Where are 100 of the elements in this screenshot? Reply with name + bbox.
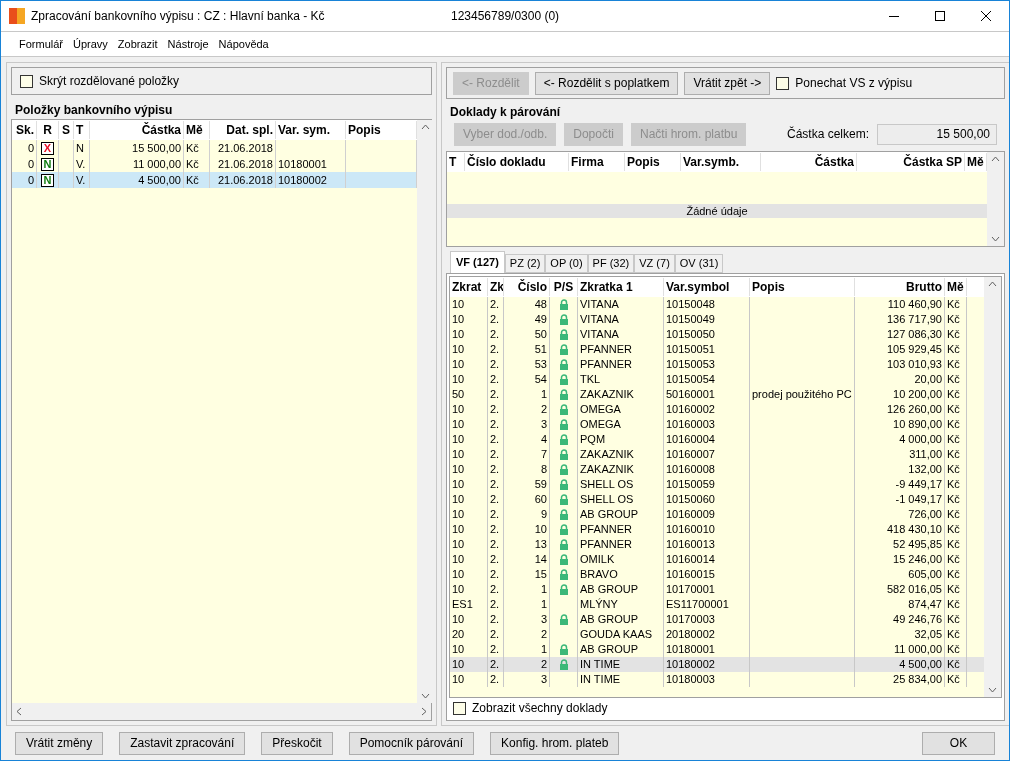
checkbox[interactable]: Zobrazit všechny doklady [453,699,608,717]
tab[interactable]: VF (127) [450,251,505,273]
table-row[interactable]: 10 2. 60 SHELL OS 10150060 -1 049,17 Kč [450,492,984,507]
table-row[interactable]: 10 2. 50 VITANA 10150050 127 086,30 Kč [450,327,984,342]
table-cell-text: 10 890,00 [893,417,942,433]
checkbox[interactable]: Ponechat VS z výpisu [776,74,913,92]
column-header[interactable]: Mě [184,121,210,139]
lock-icon [558,464,569,475]
horizontal-scrollbar[interactable] [12,703,431,720]
table-row[interactable]: 20 2. 2 GOUDA KAAS 20180002 32,05 Kč [450,627,984,642]
column-header[interactable]: Dat. spl. [210,121,276,139]
scrollbar[interactable] [984,277,1001,697]
button[interactable]: Konfig. hrom. plateb [490,731,620,755]
column-header[interactable]: P/S [550,278,578,296]
table-row[interactable]: 10 2. 14 OMILK 10160014 15 246,00 Kč [450,552,984,567]
table-cell-text: 3 [540,417,547,433]
column-header[interactable]: Mě [945,278,967,296]
table-row[interactable]: 0 X N 15 500,00 Kč 21.06.2018 [12,140,417,156]
table-cell-text: 10160010 [666,522,715,538]
table-row[interactable]: 10 2. 15 BRAVO 10160015 605,00 Kč [450,567,984,582]
column-header[interactable]: Číslo dokladu [465,153,569,171]
table-row[interactable]: 10 2. 13 PFANNER 10160013 52 495,85 Kč [450,537,984,552]
table-row[interactable]: 10 2. 7 ZAKAZNIK 10160007 311,00 Kč [450,447,984,462]
table-cell-text: 54 [534,372,547,388]
checkbox-box[interactable] [453,701,466,715]
menu-item[interactable]: Zobrazit [117,35,158,53]
tab[interactable]: PF (32) [587,254,635,273]
table-row[interactable]: 10 2. 59 SHELL OS 10150059 -9 449,17 Kč [450,477,984,492]
table-row[interactable]: 10 2. 10 PFANNER 10160010 418 430,10 Kč [450,522,984,537]
column-header[interactable]: Var. sym. [276,121,346,139]
button[interactable]: <- Rozdělit s poplatkem [534,71,679,95]
table-row[interactable]: 10 2. 3 OMEGA 10160003 10 890,00 Kč [450,417,984,432]
column-header[interactable]: Částka SP [857,153,965,171]
ok-button[interactable]: OK [922,731,995,755]
column-header[interactable]: Číslo [504,278,550,296]
column-header[interactable]: T [74,121,90,139]
tab[interactable]: OP (0) [545,254,588,273]
table-row[interactable]: 10 2. 3 IN TIME 10180003 25 834,00 Kč [450,672,984,687]
menu-item[interactable]: Úpravy [73,35,108,53]
table-row[interactable]: 10 2. 2 OMEGA 10160002 126 260,00 Kč [450,402,984,417]
table-row[interactable]: 10 2. 48 VITANA 10150048 110 460,90 Kč [450,297,984,312]
menu-item[interactable]: Formulář [19,35,63,53]
table-row[interactable]: 10 2. 3 AB GROUP 10170003 49 246,76 Kč [450,612,984,627]
column-header[interactable]: Zkratka 1 [578,278,664,296]
table-cell-text: 10160015 [666,567,715,583]
table-cell-text: VITANA [580,297,619,313]
scrollbar[interactable] [417,120,434,703]
table-cell-text: 2. [490,507,500,523]
table-cell-text: 605,00 [908,567,942,583]
table-row[interactable]: 10 2. 49 VITANA 10150049 136 717,90 Kč [450,312,984,327]
column-header[interactable]: Sk. [12,121,37,139]
column-header[interactable]: Var.symbol [664,278,750,296]
table-cell-text: 32,05 [914,627,942,643]
column-header[interactable]: Brutto [855,278,945,296]
table-cell-text: 2. [490,297,500,313]
tab[interactable]: VZ (7) [634,254,675,273]
column-header[interactable]: Firma [569,153,625,171]
table-cell-text: GOUDA KAAS [580,627,653,643]
table-cell-text: 10160008 [666,462,715,478]
tab[interactable]: PZ (2) [504,254,546,273]
table-cell-text: -1 049,17 [895,492,942,508]
button[interactable]: Vrátit změny [15,731,104,755]
checkbox-box[interactable] [776,76,790,90]
checkbox-box[interactable] [20,74,33,88]
table-cell-text: 10 [452,417,465,433]
table-row[interactable]: 10 2. 8 ZAKAZNIK 10160008 132,00 Kč [450,462,984,477]
menu-item[interactable]: Nástroje [167,35,209,53]
menu-item[interactable]: Nápověda [218,35,269,53]
table-cell-text: Kč [947,447,960,463]
column-header[interactable]: Částka [90,121,184,139]
section-title: Doklady k párování [449,104,562,121]
column-header[interactable]: Částka [761,153,857,171]
button[interactable]: Vrátit zpět -> [684,71,771,95]
tab[interactable]: OV (31) [674,254,724,273]
column-header[interactable]: Popis [625,153,681,171]
table-row[interactable]: 50 2. 1 ZAKAZNIK 50160001 prodej použitého PC 10 200,00 Kč [450,387,984,402]
table-cell-text: 582 016,05 [886,582,942,598]
table-row[interactable]: 10 2. 1 AB GROUP 10170001 582 016,05 Kč [450,582,984,597]
table-cell-text: 2. [490,417,500,433]
table-row[interactable]: 10 2. 54 TKL 10150054 20,00 Kč [450,372,984,387]
column-header[interactable]: R [37,121,59,139]
column-header[interactable]: S [59,121,74,139]
table-row[interactable]: 10 2. 4 PQM 10160004 4 000,00 Kč [450,432,984,447]
table-row[interactable]: 10 2. 2 IN TIME 10180002 4 500,00 Kč [450,657,984,672]
column-header[interactable]: Zkrat [450,278,488,296]
table-row[interactable]: 10 2. 53 PFANNER 10150053 103 010,93 Kč [450,357,984,372]
column-header[interactable]: Var.symb. [681,153,761,171]
table-row[interactable]: 10 2. 9 AB GROUP 10160009 726,00 Kč [450,507,984,522]
button[interactable]: Zastavit zpracování [119,731,246,755]
table-cell-text: 53 [534,357,547,373]
column-header[interactable]: Popis [750,278,855,296]
table-row[interactable]: 10 2. 51 PFANNER 10150051 105 929,45 Kč [450,342,984,357]
lock-icon [558,449,569,460]
status-badge: N [40,157,55,171]
button[interactable]: Pomocník párování [348,731,475,755]
column-header[interactable]: T [447,153,465,171]
table-cell-text: 136 717,90 [886,312,942,328]
table-row[interactable]: ES1 2. 1 MLÝNY ES11700001 874,47 Kč [450,597,984,612]
table-row[interactable]: 0 N V. 4 500,00 Kč 21.06.2018 10180002 [12,172,417,188]
button[interactable]: Přeskočit [261,731,333,755]
